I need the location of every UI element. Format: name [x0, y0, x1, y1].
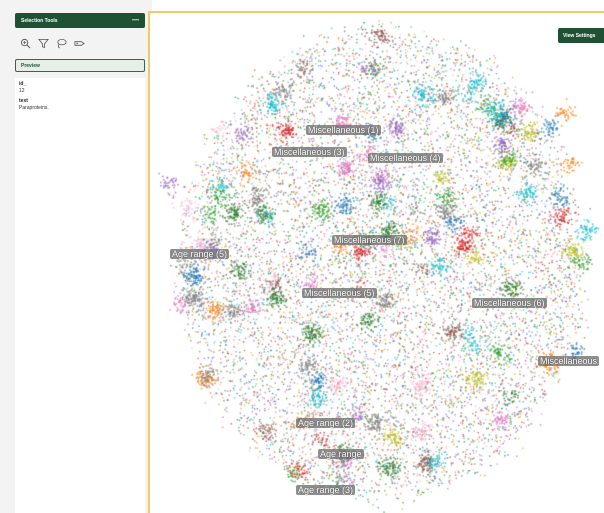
collapse-icon[interactable]: — — [132, 17, 139, 24]
filter-icon[interactable] — [36, 36, 50, 50]
selection-tools-header[interactable]: Selection Tools — — [15, 13, 145, 28]
cluster-label[interactable]: Age range (2) — [296, 418, 356, 428]
field-id: id_ 12 — [19, 81, 141, 94]
tag-icon[interactable] — [72, 36, 86, 50]
cluster-label[interactable]: Miscellaneous (6) — [472, 298, 547, 308]
info-panel: id_ 12 text Paraproteins. — [15, 78, 145, 513]
cluster-label[interactable]: Miscellaneous (4) — [368, 153, 443, 163]
cluster-label[interactable]: Miscellaneous — [538, 356, 600, 366]
field-label: text — [19, 98, 28, 104]
cluster-label[interactable]: Age range (5) — [170, 249, 230, 259]
field-value: 12 — [19, 88, 25, 94]
cluster-label[interactable]: Miscellaneous (7) — [332, 235, 407, 245]
lasso-icon[interactable] — [54, 36, 68, 50]
embedding-plot[interactable]: Miscellaneous (1) Miscellaneous (3) Misc… — [148, 11, 604, 513]
field-value: Paraproteins. — [19, 105, 49, 111]
cluster-label[interactable]: Miscellaneous (5) — [302, 288, 377, 298]
selection-tools-title: Selection Tools — [21, 17, 58, 24]
cluster-label[interactable]: Age range — [318, 449, 364, 459]
sidebar: Selection Tools — Preview id_ 12 text Pa… — [0, 0, 152, 513]
preview-button[interactable]: Preview — [15, 59, 145, 72]
field-label: id_ — [19, 81, 27, 87]
cluster-label[interactable]: Age range (3) — [296, 485, 356, 495]
scatter-points[interactable] — [150, 13, 604, 513]
field-text: text Paraproteins. — [19, 98, 141, 111]
cluster-label[interactable]: Miscellaneous (3) — [272, 147, 347, 157]
zoom-in-icon[interactable] — [18, 36, 32, 50]
tool-row — [18, 36, 86, 50]
cluster-label[interactable]: Miscellaneous (1) — [306, 125, 381, 135]
view-settings-button[interactable]: View Settings — [558, 28, 604, 43]
